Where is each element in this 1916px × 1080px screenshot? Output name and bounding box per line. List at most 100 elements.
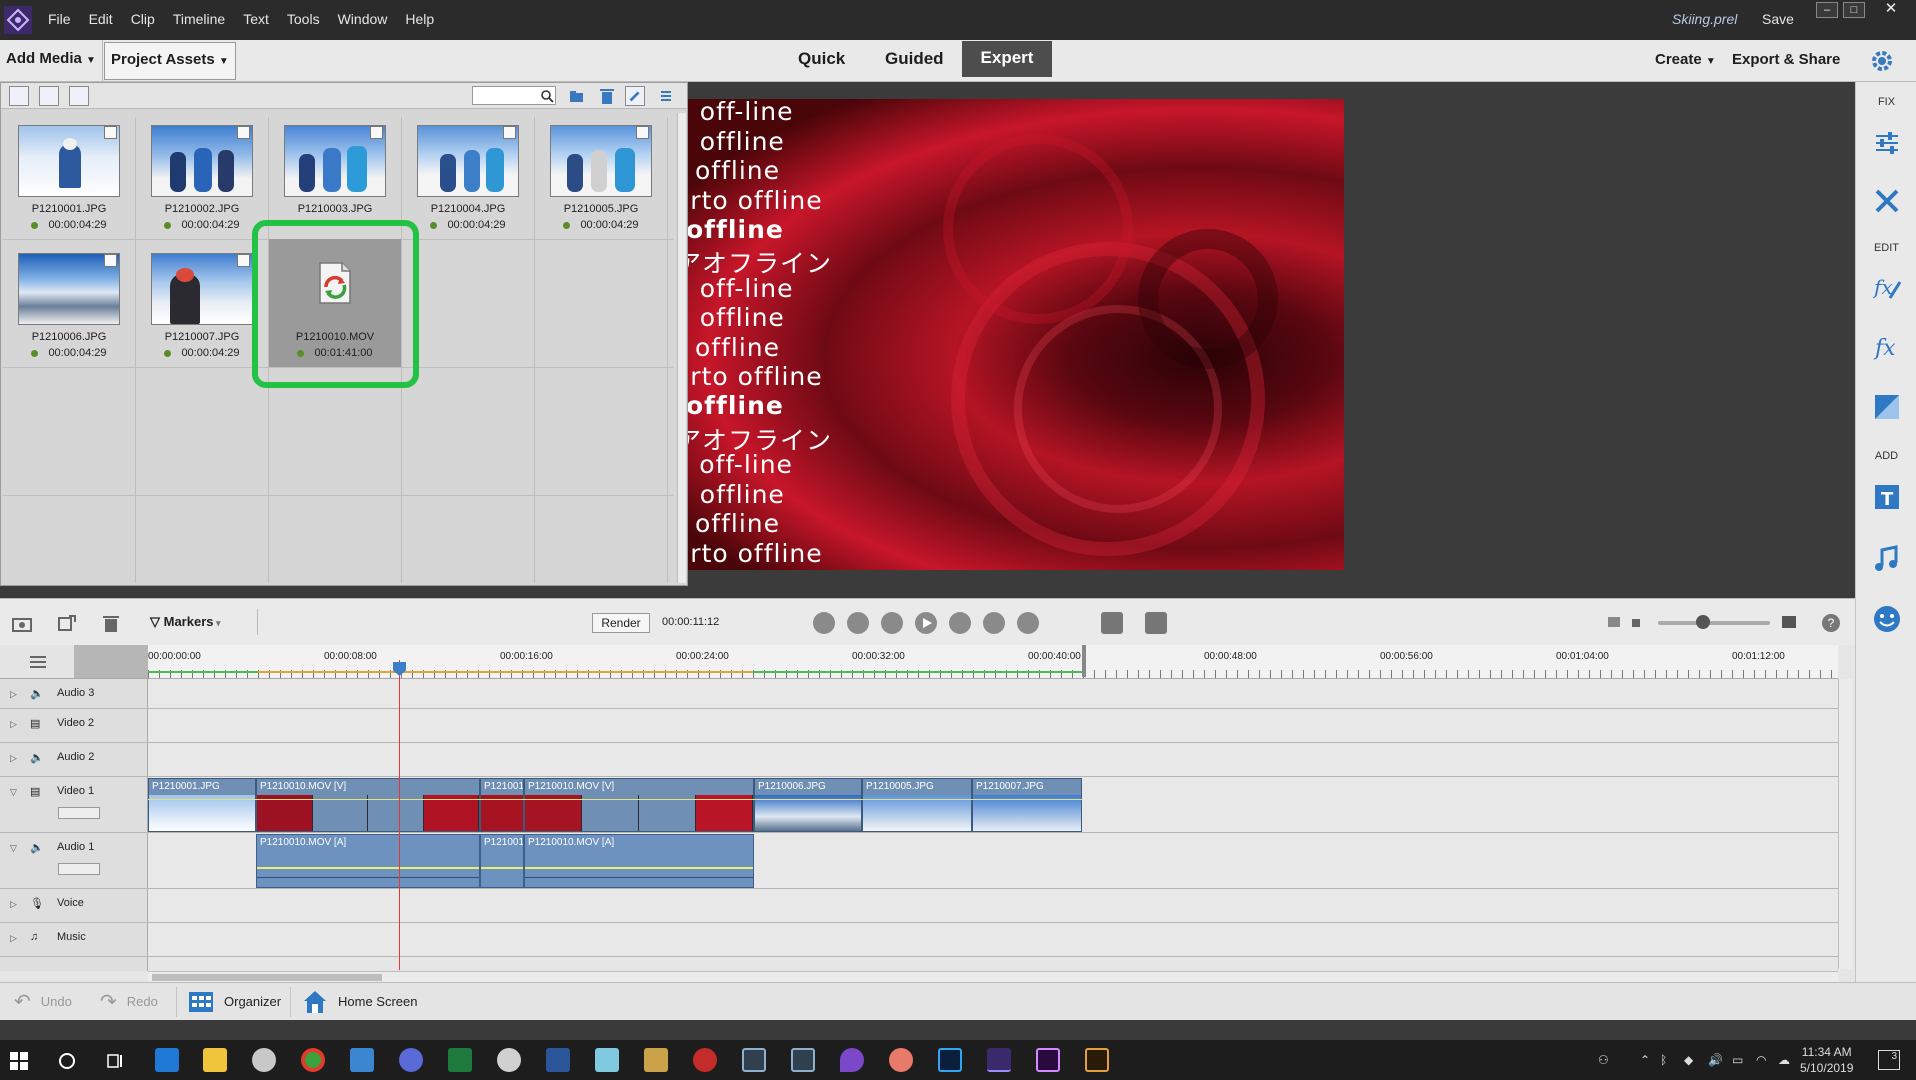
zoom-out-icon[interactable] — [1608, 617, 1620, 627]
track-video-2[interactable]: ▷ ▤ Video 2 — [0, 709, 148, 743]
scrollbar-thumb[interactable] — [152, 974, 382, 981]
wifi-icon[interactable]: ◠ — [1756, 1053, 1766, 1067]
lane-video-2[interactable] — [148, 709, 1838, 743]
asset-item[interactable]: P1210007.JPG 00:00:04:29 — [136, 245, 268, 369]
pin-icon[interactable] — [625, 86, 645, 106]
timeline-horizontal-scrollbar[interactable] — [148, 971, 1838, 982]
preview-monitor[interactable]: n off-line n offline s offline orto offl… — [688, 99, 1344, 570]
edge-icon[interactable] — [155, 1048, 179, 1072]
music-note-icon[interactable]: ♫ — [30, 931, 44, 945]
asset-item[interactable]: P1210001.JPG 00:00:04:29 — [3, 117, 135, 241]
play-icon[interactable] — [915, 612, 937, 634]
system-clock[interactable]: 11:34 AM 5/10/2019 — [1800, 1044, 1853, 1076]
effects-icon[interactable]: fx — [1872, 332, 1902, 362]
tab-guided[interactable]: Guided — [885, 40, 944, 82]
gear-icon[interactable] — [1868, 47, 1896, 75]
video-clip[interactable]: P1210006.JPG — [754, 778, 862, 832]
bluetooth-icon[interactable]: ᛒ — [1660, 1053, 1667, 1067]
task-view-icon[interactable] — [106, 1052, 124, 1070]
track-music[interactable]: ▷ ♫ Music — [0, 923, 148, 957]
volume-icon[interactable]: 🔊 — [1708, 1053, 1723, 1067]
current-timecode[interactable]: 00:00:11:12 — [662, 616, 719, 628]
app-icon[interactable] — [497, 1048, 521, 1072]
people-icon[interactable]: ⚇ — [1598, 1053, 1609, 1067]
assets-scrollbar[interactable] — [677, 113, 686, 583]
create-button[interactable]: Create ▼ — [1655, 51, 1716, 68]
new-folder-icon[interactable] — [567, 86, 587, 106]
undo-button[interactable]: ↶ Undo — [14, 983, 72, 1021]
keyframe-nav[interactable] — [58, 863, 100, 875]
organizer-button[interactable]: Organizer — [188, 983, 281, 1021]
home-screen-button[interactable]: Home Screen — [302, 983, 417, 1021]
menu-timeline[interactable]: Timeline — [173, 11, 225, 27]
video-clip[interactable]: P121001 — [480, 778, 524, 832]
app-icon[interactable] — [644, 1048, 668, 1072]
audio-waveform-toggle[interactable] — [74, 645, 148, 678]
film-icon[interactable]: ▤ — [30, 785, 44, 799]
film-icon[interactable]: ▤ — [30, 717, 44, 731]
minimize-icon[interactable]: – — [1816, 2, 1838, 18]
asset-item[interactable]: P1210006.JPG 00:00:04:29 — [3, 245, 135, 369]
video-clip[interactable]: P1210001.JPG — [148, 778, 256, 832]
titles-icon[interactable]: T — [1872, 482, 1902, 512]
audio-filter-icon[interactable] — [69, 86, 89, 106]
speaker-icon[interactable]: 🔈 — [30, 687, 44, 701]
asset-item[interactable]: P1210003.JPG — [269, 117, 401, 241]
search-icon[interactable] — [540, 89, 554, 103]
premiere-elements-taskbar-icon[interactable] — [987, 1048, 1011, 1072]
lightroom-icon[interactable] — [742, 1048, 766, 1072]
app-icon[interactable] — [889, 1048, 913, 1072]
menu-text[interactable]: Text — [243, 11, 269, 27]
adjustments-icon[interactable] — [1872, 128, 1902, 158]
panel-menu-icon[interactable] — [655, 86, 675, 106]
collapse-icon[interactable]: ▽ — [10, 787, 17, 798]
lightroom-icon[interactable] — [791, 1048, 815, 1072]
effect-controls-icon[interactable]: fx — [1872, 272, 1902, 302]
keyframe-nav[interactable] — [58, 807, 100, 819]
help-icon[interactable]: ? — [1822, 614, 1840, 632]
maximize-icon[interactable]: □ — [1843, 2, 1865, 18]
menu-clip[interactable]: Clip — [131, 11, 155, 27]
app-icon[interactable] — [399, 1048, 423, 1072]
file-explorer-icon[interactable] — [203, 1048, 227, 1072]
rotate-icon[interactable] — [57, 614, 77, 632]
speaker-icon[interactable]: 🔈 — [30, 841, 44, 855]
frame-forward-icon[interactable] — [949, 612, 971, 634]
audio-clip[interactable]: P1210010.MOV [A] — [524, 834, 754, 888]
transitions-icon[interactable] — [1872, 392, 1902, 422]
trash-icon[interactable] — [101, 614, 121, 632]
asset-item[interactable]: P1210002.JPG 00:00:04:29 — [136, 117, 268, 241]
export-share-button[interactable]: Export & Share — [1732, 51, 1840, 68]
timeline-vertical-scrollbar[interactable] — [1838, 679, 1852, 969]
lane-music[interactable] — [148, 923, 1838, 957]
app-icon[interactable] — [693, 1048, 717, 1072]
video-clip[interactable]: P1210010.MOV [V] — [256, 778, 480, 832]
lane-video-1[interactable]: P1210001.JPG P1210010.MOV [V] P121001 P1… — [148, 777, 1838, 833]
lane-voice[interactable] — [148, 889, 1838, 923]
menu-edit[interactable]: Edit — [89, 11, 113, 27]
word-icon[interactable] — [546, 1048, 570, 1072]
asset-item[interactable]: P1210005.JPG 00:00:04:29 — [535, 117, 667, 241]
app-icon[interactable] — [350, 1048, 374, 1072]
save-button[interactable]: Save — [1762, 11, 1794, 27]
premiere-elements-logo-icon[interactable] — [4, 6, 32, 34]
markers-dropdown[interactable]: ▽ Markers ▾ — [150, 614, 221, 630]
track-options-icon[interactable] — [28, 653, 48, 671]
track-audio-2[interactable]: ▷ 🔈 Audio 2 — [0, 743, 148, 777]
step-forward-icon[interactable] — [983, 612, 1005, 634]
expand-icon[interactable]: ▷ — [10, 689, 17, 700]
tab-expert[interactable]: Expert — [962, 41, 1052, 77]
lane-audio-3[interactable] — [148, 679, 1838, 709]
fullscreen-icon[interactable] — [1145, 612, 1167, 634]
zoom-slider[interactable] — [1658, 621, 1770, 625]
windows-start-icon[interactable] — [10, 1052, 28, 1070]
asset-item-selected[interactable]: P1210010.MOV 00:01:41:00 — [269, 239, 401, 367]
render-button[interactable]: Render — [592, 613, 650, 633]
video-clip[interactable]: P1210005.JPG — [862, 778, 972, 832]
dropbox-icon[interactable]: ◆ — [1684, 1053, 1693, 1067]
cortana-icon[interactable] — [58, 1052, 76, 1070]
app-icon[interactable] — [595, 1048, 619, 1072]
music-icon[interactable] — [1872, 544, 1902, 574]
frame-back-icon[interactable] — [881, 612, 903, 634]
audio-clip[interactable]: P121001 — [480, 834, 524, 888]
